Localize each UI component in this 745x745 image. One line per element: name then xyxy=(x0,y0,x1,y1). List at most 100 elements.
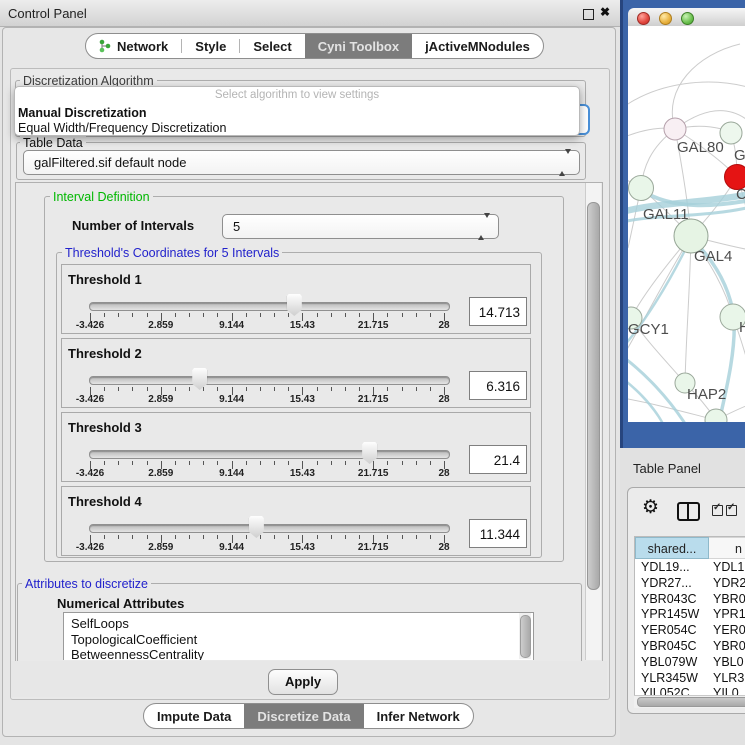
tab-network[interactable]: Network xyxy=(86,34,181,58)
tick-mark xyxy=(387,313,388,317)
table-row[interactable]: YER054C YER0 xyxy=(635,623,745,639)
cell-shared-name: YBL079W xyxy=(641,655,697,669)
tab-label: Infer Network xyxy=(377,709,460,724)
tick-mark xyxy=(104,313,105,317)
tick-mark xyxy=(345,535,346,539)
network-node[interactable] xyxy=(705,409,727,422)
tick-mark xyxy=(147,387,148,391)
tick-mark xyxy=(189,313,190,317)
tick-mark xyxy=(288,535,289,539)
attribute-item-selfloops[interactable]: SelfLoops xyxy=(71,616,129,631)
algorithm-dropdown-popup: Select algorithm to view settings Manual… xyxy=(14,86,580,136)
cell-name: YBL0 xyxy=(713,655,744,669)
cell-shared-name: YER054C xyxy=(641,623,697,637)
tick-label: 2.859 xyxy=(126,320,196,331)
network-node-gal80[interactable] xyxy=(664,118,686,140)
node-label-gcy1: GCY1 xyxy=(628,321,669,338)
tab-discretize-data[interactable]: Discretize Data xyxy=(244,704,363,728)
close-traffic-light-icon[interactable] xyxy=(637,12,650,25)
table-hscrollbar-thumb[interactable] xyxy=(637,697,745,707)
columns-icon[interactable] xyxy=(677,502,700,521)
tick-label: 2.859 xyxy=(126,394,196,405)
tick-mark xyxy=(430,387,431,391)
tick-mark xyxy=(345,387,346,391)
attribute-item-betweennesscentrality[interactable]: BetweennessCentrality xyxy=(71,647,204,660)
network-canvas[interactable]: GAL80GCGAL11GAL4GCY1HHAP2 xyxy=(628,26,745,422)
apply-button[interactable]: Apply xyxy=(268,669,338,695)
tick-mark xyxy=(274,461,275,465)
algorithm-option-equal-width-frequency-discretization[interactable]: Equal Width/Frequency Discretization xyxy=(18,121,226,135)
table-row[interactable]: YBR045CYBR0 xyxy=(635,639,745,655)
table-row[interactable]: YBR043CYBR0 xyxy=(635,592,745,608)
slider-track[interactable] xyxy=(89,450,450,459)
tab-infer-network[interactable]: Infer Network xyxy=(364,704,473,728)
tick-label: 9.144 xyxy=(197,542,267,553)
control-panel-titlebar: Control Panel ✖ xyxy=(0,0,620,27)
tick-mark xyxy=(132,535,133,539)
tick-mark xyxy=(260,313,261,317)
tab-cyni-toolbox[interactable]: Cyni Toolbox xyxy=(305,34,412,58)
checkbox-icon[interactable] xyxy=(712,505,723,516)
tab-select[interactable]: Select xyxy=(240,34,304,58)
tick-mark xyxy=(104,535,105,539)
gear-icon[interactable]: ⚙ xyxy=(642,496,659,519)
table-row[interactable]: YBL079W YBL0 xyxy=(635,655,745,671)
close-icon[interactable]: ✖ xyxy=(600,5,610,19)
cell-shared-name: YPR145W xyxy=(641,607,699,621)
tab-jactivemnodules[interactable]: jActiveMNodules xyxy=(412,34,543,58)
tick-mark xyxy=(402,313,403,317)
algorithm-option-manual-discretization[interactable]: Manual Discretization xyxy=(18,106,147,120)
slider-thumb[interactable] xyxy=(249,516,264,538)
tick-mark xyxy=(147,535,148,539)
cell-name: YPR1 xyxy=(713,607,745,621)
tab-label: Network xyxy=(117,39,168,54)
table-row[interactable]: YDR27...YDR2 xyxy=(635,576,745,592)
column-header-shared-name[interactable]: shared... xyxy=(635,537,709,559)
slider-thumb[interactable] xyxy=(362,442,377,464)
tick-label: 21.715 xyxy=(338,394,408,405)
attribute-item-topologicalcoefficient[interactable]: TopologicalCoefficient xyxy=(71,632,197,647)
tick-mark xyxy=(260,535,261,539)
combo-stepper-icon xyxy=(559,154,571,172)
threshold-value-field[interactable]: 21.4 xyxy=(469,445,527,474)
network-window-titlebar[interactable] xyxy=(628,8,745,27)
threshold-value-field[interactable]: 14.713 xyxy=(469,297,527,326)
node-table: shared... n YDL19...YDL1YDR27...YDR2YBR0… xyxy=(634,536,745,697)
numerical-attributes-list: SelfLoopsTopologicalCoefficientBetweenne… xyxy=(63,612,534,660)
tick-mark xyxy=(345,313,346,317)
algorithm-placeholder-item[interactable]: Select algorithm to view settings xyxy=(15,89,579,101)
numerical-attributes-label: Numerical Attributes xyxy=(57,596,184,611)
node-label-gal80: GAL80 xyxy=(677,139,724,156)
zoom-traffic-light-icon[interactable] xyxy=(681,12,694,25)
number-of-intervals-combobox[interactable]: 5 xyxy=(222,214,499,239)
tick-mark xyxy=(118,313,119,317)
slider-track[interactable] xyxy=(89,302,450,311)
threshold-value-field[interactable]: 11.344 xyxy=(469,519,527,548)
settings-scrollbar-thumb[interactable] xyxy=(587,202,600,590)
table-row[interactable]: YLR345WYLR3 xyxy=(635,671,745,687)
network-node-gal11[interactable] xyxy=(629,176,654,201)
table-data-combobox[interactable]: galFiltered.sif default node xyxy=(23,150,580,175)
tick-mark xyxy=(288,461,289,465)
threshold-value-field[interactable]: 6.316 xyxy=(469,371,527,400)
minimize-traffic-light-icon[interactable] xyxy=(659,12,672,25)
node-label-c: C xyxy=(736,186,745,203)
slider-track[interactable] xyxy=(89,376,450,385)
tick-mark xyxy=(175,535,176,539)
checkbox-icon[interactable] xyxy=(726,505,737,516)
tab-impute-data[interactable]: Impute Data xyxy=(144,704,244,728)
attributes-scrollbar-thumb[interactable] xyxy=(520,615,531,658)
tick-label: 15.43 xyxy=(267,320,337,331)
column-header-name[interactable]: n xyxy=(709,537,745,559)
cell-name: YER0 xyxy=(713,623,745,637)
table-row[interactable]: YPR145W YPR1 xyxy=(635,607,745,623)
tab-style[interactable]: Style xyxy=(182,34,239,58)
slider-thumb[interactable] xyxy=(192,368,207,390)
tick-mark xyxy=(203,535,204,539)
tick-mark xyxy=(189,387,190,391)
table-row[interactable]: YDL19...YDL1 xyxy=(635,560,745,576)
number-of-intervals-label: Number of Intervals xyxy=(72,218,194,233)
threshold-label: Threshold 2 xyxy=(68,346,142,361)
float-window-icon[interactable] xyxy=(583,9,594,20)
slider-track[interactable] xyxy=(89,524,450,533)
